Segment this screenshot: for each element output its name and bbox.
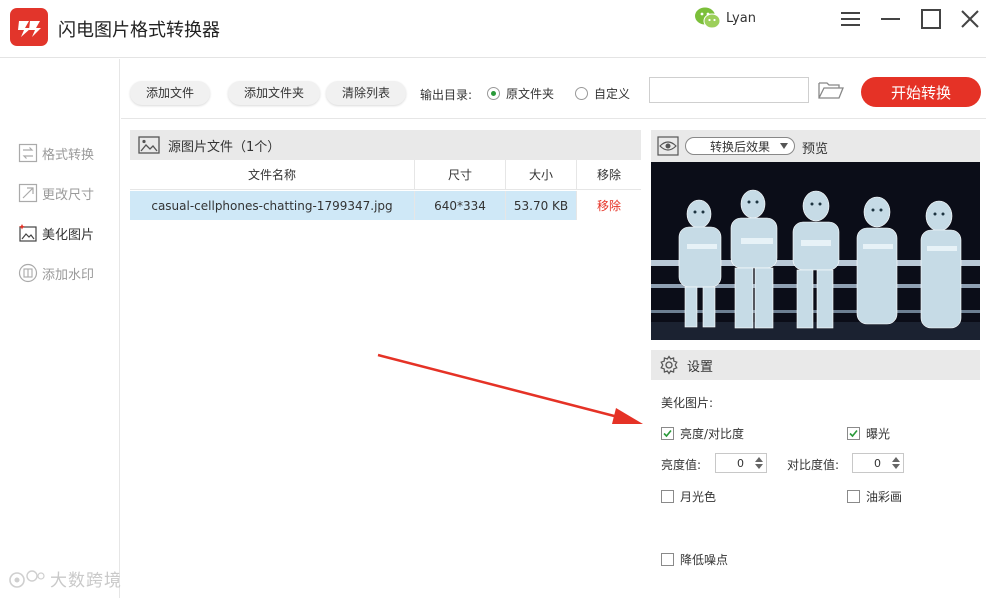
app-title: 闪电图片格式转换器 bbox=[58, 20, 220, 41]
checkbox-unchecked-icon bbox=[661, 553, 674, 566]
start-convert-button[interactable]: 开始转换 bbox=[861, 77, 981, 107]
browse-folder-button[interactable] bbox=[817, 79, 845, 101]
beautify-section-label: 美化图片: bbox=[661, 396, 714, 410]
source-panel-title: 源图片文件（1个） bbox=[168, 139, 281, 155]
filesize-cell: 53.70 KB bbox=[506, 191, 577, 220]
title-bar: 闪电图片格式转换器 Lyan bbox=[0, 0, 986, 58]
exposure-checkbox[interactable]: 曝光 bbox=[847, 425, 890, 442]
remove-cell: 移除 bbox=[577, 191, 641, 220]
sidebar-item-watermark[interactable]: 添加水印 bbox=[18, 261, 94, 285]
checkbox-label: 月光色 bbox=[680, 490, 717, 504]
contrast-value-label: 对比度值: bbox=[787, 458, 840, 472]
folder-open-icon bbox=[818, 82, 844, 99]
checkbox-label: 降低噪点 bbox=[680, 553, 729, 567]
radio-label: 原文件夹 bbox=[506, 87, 555, 101]
eye-icon bbox=[657, 136, 679, 156]
radio-selected-icon bbox=[487, 87, 500, 100]
preview-label: 预览 bbox=[802, 142, 829, 157]
output-path-input[interactable] bbox=[649, 77, 809, 103]
add-file-button[interactable]: 添加文件 bbox=[130, 81, 211, 105]
close-icon bbox=[961, 10, 979, 28]
radio-label: 自定义 bbox=[594, 87, 631, 101]
checkbox-label: 油彩画 bbox=[866, 490, 903, 504]
resize-icon bbox=[18, 183, 38, 203]
sidebar-item-format-convert[interactable]: 格式转换 bbox=[18, 141, 94, 165]
checkbox-label: 曝光 bbox=[866, 427, 891, 441]
settings-title: 设置 bbox=[687, 359, 714, 375]
settings-body: 美化图片: 亮度/对比度 曝光 亮度值: 0 对比度值: 0 月光色 油彩画 降… bbox=[651, 380, 980, 588]
brightness-contrast-checkbox[interactable]: 亮度/对比度 bbox=[661, 425, 744, 442]
checkbox-checked-icon bbox=[661, 427, 674, 440]
remove-file-link[interactable]: 移除 bbox=[597, 197, 621, 214]
sidebar-item-label: 更改尺寸 bbox=[42, 187, 95, 203]
spin-up-icon[interactable] bbox=[892, 457, 900, 462]
watermark-logo-icon bbox=[9, 569, 45, 588]
spin-up-icon[interactable] bbox=[755, 457, 763, 462]
wechat-icon bbox=[695, 7, 721, 29]
add-folder-button[interactable]: 添加文件夹 bbox=[228, 81, 321, 105]
stamp-icon bbox=[18, 263, 38, 283]
preview-mode-value: 转换后效果 bbox=[710, 139, 771, 154]
source-file-panel: 源图片文件（1个） 文件名称 尺寸 大小 移除 casual-cellphone… bbox=[130, 130, 641, 588]
file-name-cell: casual-cellphones-chatting-1799347.jpg bbox=[130, 191, 415, 220]
chevron-down-icon bbox=[780, 143, 788, 149]
column-header-dimensions: 尺寸 bbox=[415, 160, 506, 189]
checkbox-unchecked-icon bbox=[847, 490, 860, 503]
watermark-text: 大数跨境 bbox=[50, 571, 122, 591]
hamburger-icon bbox=[841, 12, 860, 26]
minimize-button[interactable] bbox=[878, 6, 904, 32]
contrast-value: 0 bbox=[874, 456, 881, 470]
contrast-value-stepper[interactable]: 0 bbox=[852, 453, 904, 473]
close-button[interactable] bbox=[957, 6, 983, 32]
gear-icon bbox=[660, 355, 678, 375]
watermark: 大数跨境 bbox=[8, 566, 122, 591]
brightness-value-stepper[interactable]: 0 bbox=[715, 453, 767, 473]
radio-unselected-icon bbox=[575, 87, 588, 100]
denoise-checkbox[interactable]: 降低噪点 bbox=[661, 551, 728, 568]
radio-custom-folder[interactable]: 自定义 bbox=[575, 85, 630, 102]
beautify-image-icon bbox=[19, 224, 37, 242]
output-dir-label: 输出目录: bbox=[420, 88, 473, 102]
column-header-filesize: 大小 bbox=[506, 160, 577, 189]
radio-original-folder[interactable]: 原文件夹 bbox=[487, 85, 554, 102]
oil-painting-checkbox[interactable]: 油彩画 bbox=[847, 488, 902, 505]
checkbox-unchecked-icon bbox=[661, 490, 674, 503]
user-account[interactable]: Lyan bbox=[694, 4, 756, 32]
clear-list-button[interactable]: 清除列表 bbox=[326, 81, 407, 105]
brightness-value-label: 亮度值: bbox=[661, 458, 702, 472]
checkbox-checked-icon bbox=[847, 427, 860, 440]
preview-image bbox=[651, 162, 980, 340]
moonlight-checkbox[interactable]: 月光色 bbox=[661, 488, 716, 505]
image-icon bbox=[138, 136, 160, 154]
maximize-button[interactable] bbox=[918, 6, 944, 32]
spin-down-icon[interactable] bbox=[755, 464, 763, 469]
source-panel-header: 源图片文件（1个） bbox=[130, 130, 641, 160]
table-row[interactable]: casual-cellphones-chatting-1799347.jpg 6… bbox=[130, 191, 641, 220]
left-sidebar: 格式转换 更改尺寸 美化图片 添加水印 bbox=[0, 59, 120, 598]
preview-mode-select[interactable]: 转换后效果 bbox=[685, 137, 795, 155]
spin-down-icon[interactable] bbox=[892, 464, 900, 469]
toolbar: 添加文件 添加文件夹 清除列表 输出目录: 原文件夹 自定义 开始转换 bbox=[121, 59, 986, 119]
minimize-icon bbox=[881, 18, 900, 20]
column-header-remove: 移除 bbox=[596, 168, 621, 182]
settings-header: 设置 bbox=[651, 350, 980, 380]
brightness-value: 0 bbox=[737, 456, 744, 470]
sidebar-item-beautify[interactable]: 美化图片 bbox=[18, 221, 94, 245]
sidebar-item-resize[interactable]: 更改尺寸 bbox=[18, 181, 94, 205]
column-header-name: 文件名称 bbox=[130, 160, 415, 189]
file-table-header: 文件名称 尺寸 大小 移除 bbox=[130, 160, 641, 190]
sidebar-item-label: 美化图片 bbox=[42, 227, 95, 243]
checkbox-label: 亮度/对比度 bbox=[680, 427, 745, 441]
user-name: Lyan bbox=[726, 10, 756, 26]
menu-button[interactable] bbox=[838, 6, 864, 32]
preview-header: 转换后效果 预览 bbox=[651, 130, 980, 162]
maximize-icon bbox=[921, 9, 941, 29]
app-logo-icon bbox=[10, 8, 48, 46]
convert-icon bbox=[18, 143, 38, 163]
sidebar-item-label: 添加水印 bbox=[42, 267, 95, 283]
dimensions-cell: 640*334 bbox=[415, 191, 506, 220]
sidebar-item-label: 格式转换 bbox=[42, 147, 95, 163]
